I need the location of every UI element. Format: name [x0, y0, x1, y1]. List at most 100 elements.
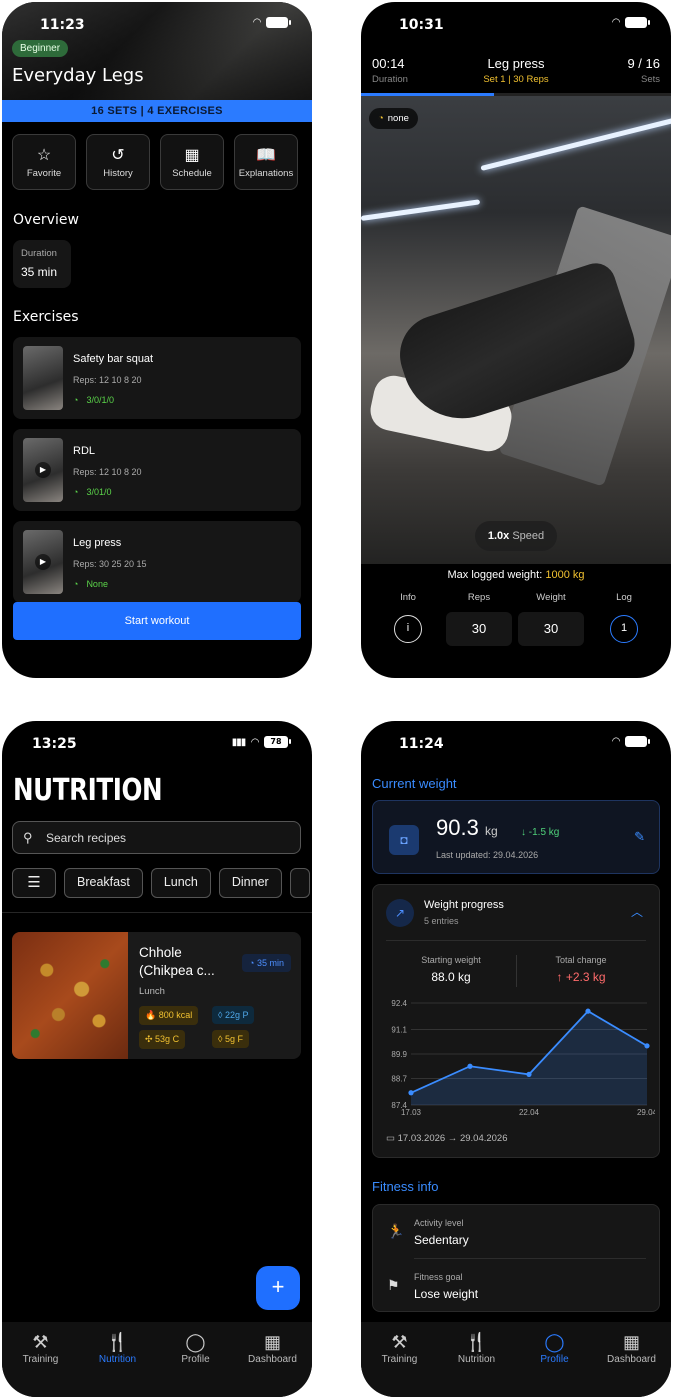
- data-point: [526, 1071, 532, 1077]
- divider: [516, 955, 517, 987]
- calories-badge: 🔥 800 kcal: [139, 1006, 199, 1025]
- info-button[interactable]: i: [394, 615, 422, 643]
- status-time: 11:23: [40, 17, 85, 33]
- x-tick-label: 22.04: [519, 1108, 540, 1117]
- set-info: Set 1 | 30 Reps: [483, 74, 549, 85]
- recipe-image: [12, 932, 128, 1059]
- explanations-button[interactable]: 📖 Explanations: [234, 134, 298, 190]
- set-progress-label: Sets: [640, 74, 660, 85]
- dumbbell-icon: ⚒: [32, 1332, 49, 1352]
- dashboard-icon: ▦: [622, 1332, 640, 1352]
- exercise-name: Safety bar squat: [73, 353, 154, 365]
- filter-settings-button[interactable]: ☰: [12, 868, 56, 898]
- progress-entries: 5 entries: [424, 916, 459, 926]
- filter-lunch[interactable]: Lunch: [150, 868, 211, 898]
- total-change: Total change ↑ +2.3 kg: [555, 955, 607, 984]
- status-bar: 10:31 ◠: [361, 2, 671, 46]
- fitness-goal-row[interactable]: ⚑ Fitness goal Lose weight: [373, 1259, 661, 1313]
- status-bar: 11:24 ◠: [361, 721, 671, 765]
- battery-icon: [625, 736, 650, 747]
- utensils-icon: 🍴: [106, 1332, 129, 1352]
- weight-unit: kg: [484, 824, 498, 838]
- filter-dinner[interactable]: Dinner: [218, 868, 282, 898]
- search-input[interactable]: ⚲ Search recipes: [12, 821, 301, 854]
- start-workout-button[interactable]: Start workout: [13, 602, 301, 640]
- carbs-badge: ✣ 53g C: [139, 1030, 186, 1049]
- running-icon: 🏃: [387, 1223, 405, 1239]
- exercise-thumbnail: ▶: [23, 438, 63, 502]
- timer-icon: ◔: [73, 487, 79, 497]
- tab-dashboard[interactable]: ▦ Dashboard: [234, 1332, 311, 1365]
- wifi-icon: ◠: [612, 17, 620, 28]
- log-set-button[interactable]: 1: [610, 615, 638, 643]
- exercise-video[interactable]: [361, 96, 671, 564]
- tab-training[interactable]: ⚒ Training: [2, 1332, 79, 1365]
- playback-speed-button[interactable]: 1.0x Speed: [475, 521, 557, 551]
- weight-input[interactable]: 30: [518, 612, 584, 646]
- dashboard-icon: ▦: [263, 1332, 281, 1352]
- activity-level-row[interactable]: 🏃 Activity level Sedentary: [373, 1205, 661, 1259]
- filter-breakfast[interactable]: Breakfast: [64, 868, 143, 898]
- active-workout-screen: 10:31 ◠ 00:14 Duration Leg press Set 1 |…: [361, 2, 671, 678]
- recipe-category: Lunch: [139, 986, 165, 997]
- filter-more[interactable]: [289, 868, 310, 898]
- collapse-button[interactable]: ︿: [631, 903, 643, 920]
- weight-delta: ↓ -1.5 kg: [521, 827, 560, 838]
- page-title: NUTRITION: [13, 773, 163, 808]
- fitness-info-card: 🏃 Activity level Sedentary ⚑ Fitness goa…: [372, 1204, 660, 1312]
- profile-screen: 11:24 ◠ Current weight ◘ 90.3 kg ↓ -1.5 …: [361, 721, 671, 1397]
- ceiling-light: [361, 199, 481, 221]
- tempo-chip[interactable]: ◔ none: [369, 108, 418, 129]
- weight-label: Weight: [536, 592, 566, 603]
- tab-profile[interactable]: ◯ Profile: [516, 1332, 593, 1365]
- tab-bar: ⚒ Training 🍴 Nutrition ◯ Profile ▦ Dashboard: [2, 1322, 312, 1397]
- duration-value: 35 min: [21, 265, 58, 279]
- exercises-heading: Exercises: [13, 309, 79, 325]
- progress-title: Weight progress: [424, 899, 504, 911]
- timer-icon: ◔: [73, 579, 79, 589]
- exercise-reps: Reps: 12 10 8 20: [73, 375, 142, 385]
- tab-training[interactable]: ⚒ Training: [361, 1332, 438, 1365]
- pencil-icon: ✎: [634, 829, 645, 844]
- schedule-button[interactable]: ▦ Schedule: [160, 134, 224, 190]
- exercise-name: RDL: [73, 445, 96, 457]
- tab-nutrition[interactable]: 🍴 Nutrition: [79, 1332, 156, 1365]
- y-tick-label: 88.7: [391, 1074, 407, 1083]
- tab-profile[interactable]: ◯ Profile: [157, 1332, 234, 1365]
- tab-nutrition[interactable]: 🍴 Nutrition: [438, 1332, 515, 1365]
- fitness-info-heading: Fitness info: [372, 1179, 439, 1194]
- battery-icon: [625, 17, 650, 28]
- exercise-thumbnail: ▶: [23, 530, 63, 594]
- chevron-up-icon: ︿: [630, 905, 643, 919]
- workout-detail-screen: 11:23 ◠ Beginner Everyday Legs 16 SETS |…: [2, 2, 312, 678]
- battery-icon: 78: [264, 736, 291, 748]
- add-recipe-button[interactable]: +: [256, 1266, 300, 1310]
- trend-icon: ↗: [386, 899, 414, 927]
- reps-input[interactable]: 30: [446, 612, 512, 646]
- current-weight-card: ◘ 90.3 kg ↓ -1.5 kg Last updated: 29.04.…: [372, 800, 660, 874]
- book-icon: 📖: [256, 147, 276, 164]
- data-point: [644, 1043, 650, 1049]
- y-tick-label: 89.9: [391, 1050, 407, 1059]
- star-icon: ☆: [36, 147, 52, 164]
- max-logged-weight: Max logged weight: 1000 kg: [447, 569, 585, 581]
- x-tick-label: 29.04: [637, 1108, 655, 1117]
- recipe-card[interactable]: Chhole (Chikpea c... Lunch ◔ 35 min 🔥 80…: [12, 932, 301, 1059]
- wifi-icon: ◠: [253, 17, 261, 28]
- level-badge: Beginner: [12, 40, 69, 57]
- battery-icon: [266, 17, 291, 28]
- exercise-card[interactable]: ▶ RDL Reps: 12 10 8 20 ◔ 3/01/0: [13, 429, 301, 511]
- history-button[interactable]: ↺ History: [86, 134, 150, 190]
- user-icon: ◯: [544, 1332, 565, 1352]
- user-icon: ◯: [185, 1332, 206, 1352]
- exercise-card[interactable]: Safety bar squat Reps: 12 10 8 20 ◔ 3/0/1…: [13, 337, 301, 419]
- scale-icon: ◘: [389, 825, 419, 855]
- utensils-icon: 🍴: [465, 1332, 488, 1352]
- exercise-card[interactable]: ▶ Leg press Reps: 30 25 20 15 ◔ None: [13, 521, 301, 603]
- tab-dashboard[interactable]: ▦ Dashboard: [593, 1332, 670, 1365]
- data-point: [408, 1090, 414, 1096]
- search-icon: ⚲: [23, 830, 33, 845]
- favorite-button[interactable]: ☆ Favorite: [12, 134, 76, 190]
- exercise-reps: Reps: 12 10 8 20: [73, 467, 142, 477]
- edit-weight-button[interactable]: ✎: [634, 829, 645, 845]
